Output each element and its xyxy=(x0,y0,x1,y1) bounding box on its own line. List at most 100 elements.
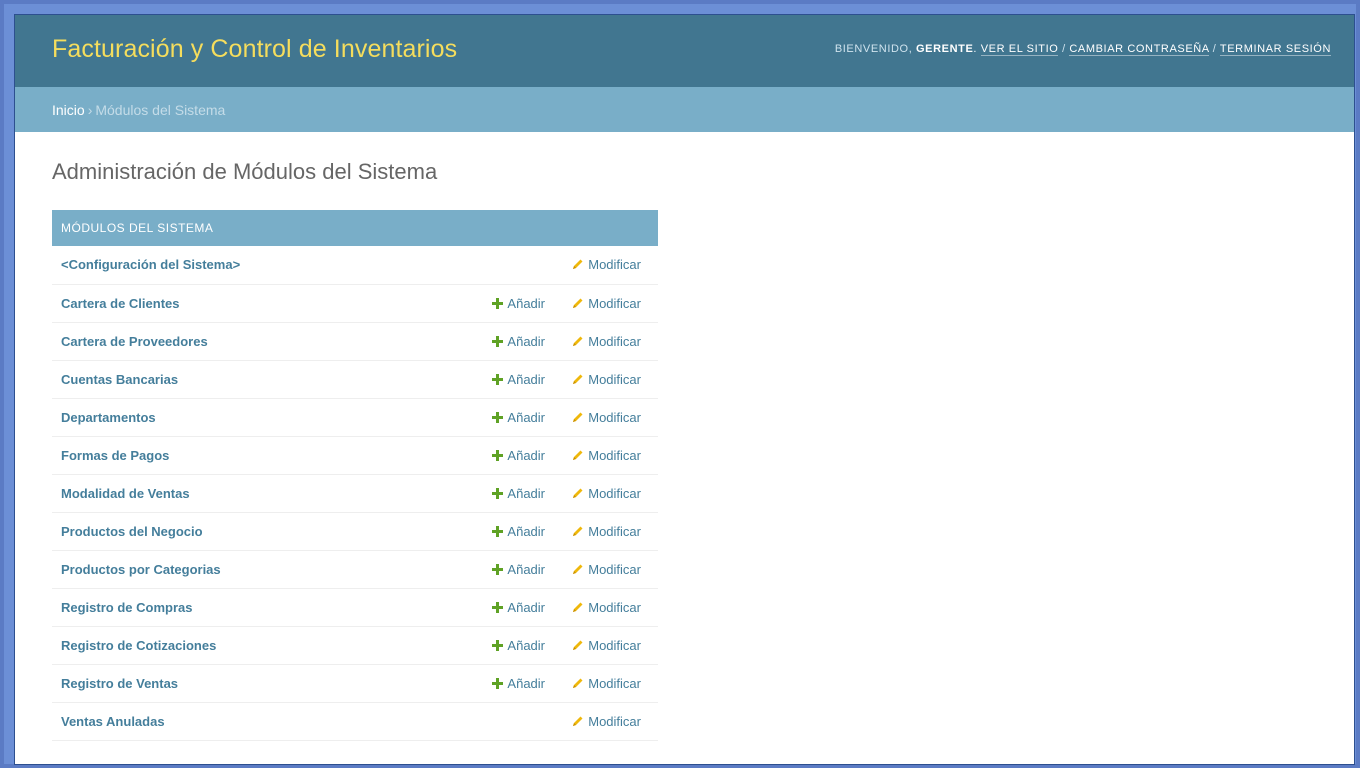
change-cell: Modificar xyxy=(545,474,658,512)
table-row: Productos del Negocio Añadir Modificar xyxy=(52,512,658,550)
add-button[interactable]: Añadir xyxy=(492,486,545,501)
module-caption-label: Módulos del Sistema xyxy=(61,221,214,235)
change-label: Modificar xyxy=(588,257,641,273)
table-row: Cartera de Proveedores Añadir Modificar xyxy=(52,322,658,360)
change-label: Modificar xyxy=(588,523,641,539)
change-button[interactable]: Modificar xyxy=(572,296,641,311)
add-button[interactable]: Añadir xyxy=(492,410,545,425)
change-button[interactable]: Modificar xyxy=(572,562,641,577)
model-name-cell: Departamentos xyxy=(52,398,464,436)
table-row: Registro de Cotizaciones Añadir Modificar xyxy=(52,626,658,664)
add-cell: Añadir xyxy=(464,322,545,360)
plus-icon xyxy=(492,487,504,499)
model-link[interactable]: Registro de Cotizaciones xyxy=(61,638,216,653)
view-site-link[interactable]: Ver el sitio xyxy=(980,43,1059,56)
add-button[interactable]: Añadir xyxy=(492,524,545,539)
model-link[interactable]: Formas de Pagos xyxy=(61,448,169,463)
model-link[interactable]: Departamentos xyxy=(61,410,156,425)
table-row: Cuentas Bancarias Añadir Modificar xyxy=(52,360,658,398)
change-label: Modificar xyxy=(588,295,641,311)
table-row: Registro de Compras Añadir Modificar xyxy=(52,588,658,626)
model-link[interactable]: Ventas Anuladas xyxy=(61,714,165,729)
plus-icon xyxy=(492,335,504,347)
model-link[interactable]: Productos del Negocio xyxy=(61,524,203,539)
table-row: Formas de Pagos Añadir Modificar xyxy=(52,436,658,474)
model-name-cell: Ventas Anuladas xyxy=(52,702,464,740)
model-name-cell: Registro de Compras xyxy=(52,588,464,626)
add-cell: Añadir xyxy=(464,512,545,550)
pencil-icon xyxy=(572,410,588,425)
model-link[interactable]: Modalidad de Ventas xyxy=(61,486,190,501)
change-button[interactable]: Modificar xyxy=(572,372,641,387)
model-name-cell: Productos del Negocio xyxy=(52,512,464,550)
model-link[interactable]: Registro de Ventas xyxy=(61,676,178,691)
welcome-text: Bienvenido, xyxy=(834,43,913,55)
change-label: Modificar xyxy=(588,447,641,463)
add-cell: Añadir xyxy=(464,550,545,588)
add-button[interactable]: Añadir xyxy=(492,296,545,311)
change-button[interactable]: Modificar xyxy=(572,676,641,691)
plus-icon xyxy=(492,411,504,423)
change-cell: Modificar xyxy=(545,588,658,626)
model-name-cell: Registro de Cotizaciones xyxy=(52,626,464,664)
add-cell: Añadir xyxy=(464,664,545,702)
change-button[interactable]: Modificar xyxy=(572,410,641,425)
model-link[interactable]: Cuentas Bancarias xyxy=(61,372,178,387)
change-password-link[interactable]: Cambiar contraseña xyxy=(1069,43,1210,56)
table-row: Departamentos Añadir Modificar xyxy=(52,398,658,436)
model-link[interactable]: Registro de Compras xyxy=(61,600,192,615)
pencil-icon xyxy=(572,486,588,501)
add-button[interactable]: Añadir xyxy=(492,676,545,691)
breadcrumb-home-link[interactable]: Inicio xyxy=(52,102,85,118)
change-button[interactable]: Modificar xyxy=(572,486,641,501)
site-brand[interactable]: Facturación y Control de Inventarios xyxy=(52,35,457,64)
add-label: Añadir xyxy=(507,675,545,691)
model-link[interactable]: Cartera de Proveedores xyxy=(61,334,208,349)
pencil-icon xyxy=(572,372,588,387)
pencil-icon xyxy=(572,334,588,349)
pencil-icon xyxy=(572,562,588,577)
change-button[interactable]: Modificar xyxy=(572,714,641,729)
model-name-cell: Formas de Pagos xyxy=(52,436,464,474)
add-button[interactable]: Añadir xyxy=(492,372,545,387)
add-label: Añadir xyxy=(507,333,545,349)
change-button[interactable]: Modificar xyxy=(572,524,641,539)
pencil-icon xyxy=(572,257,588,272)
change-label: Modificar xyxy=(588,675,641,691)
pencil-icon xyxy=(572,448,588,463)
model-link[interactable]: <Configuración del Sistema> xyxy=(61,257,240,272)
model-name-cell: Cartera de Clientes xyxy=(52,284,464,322)
add-label: Añadir xyxy=(507,637,545,653)
modules-panel: Módulos del Sistema <Configuración del S… xyxy=(52,210,658,741)
browser-viewport: Facturación y Control de Inventarios Bie… xyxy=(14,14,1355,765)
add-cell: Añadir xyxy=(464,588,545,626)
add-button[interactable]: Añadir xyxy=(492,448,545,463)
model-name-cell: Productos por Categorias xyxy=(52,550,464,588)
change-button[interactable]: Modificar xyxy=(572,257,641,272)
plus-icon xyxy=(492,373,504,385)
model-link[interactable]: Cartera de Clientes xyxy=(61,296,180,311)
add-button[interactable]: Añadir xyxy=(492,600,545,615)
change-button[interactable]: Modificar xyxy=(572,600,641,615)
model-link[interactable]: Productos por Categorias xyxy=(61,562,221,577)
add-button[interactable]: Añadir xyxy=(492,334,545,349)
model-name-cell: Modalidad de Ventas xyxy=(52,474,464,512)
add-label: Añadir xyxy=(507,447,545,463)
add-label: Añadir xyxy=(507,485,545,501)
change-button[interactable]: Modificar xyxy=(572,334,641,349)
add-button[interactable]: Añadir xyxy=(492,638,545,653)
plus-icon xyxy=(492,297,504,309)
add-button[interactable]: Añadir xyxy=(492,562,545,577)
separator: / xyxy=(1212,43,1217,55)
add-label: Añadir xyxy=(507,409,545,425)
pencil-icon xyxy=(572,524,588,539)
change-cell: Modificar xyxy=(545,702,658,740)
breadcrumb-separator: › xyxy=(87,101,93,118)
logout-link[interactable]: Terminar sesión xyxy=(1219,43,1331,56)
change-label: Modificar xyxy=(588,561,641,577)
change-button[interactable]: Modificar xyxy=(572,448,641,463)
change-button[interactable]: Modificar xyxy=(572,638,641,653)
table-row: Productos por Categorias Añadir Modificar xyxy=(52,550,658,588)
plus-icon xyxy=(492,563,504,575)
page-title: Administración de Módulos del Sistema xyxy=(52,159,438,184)
